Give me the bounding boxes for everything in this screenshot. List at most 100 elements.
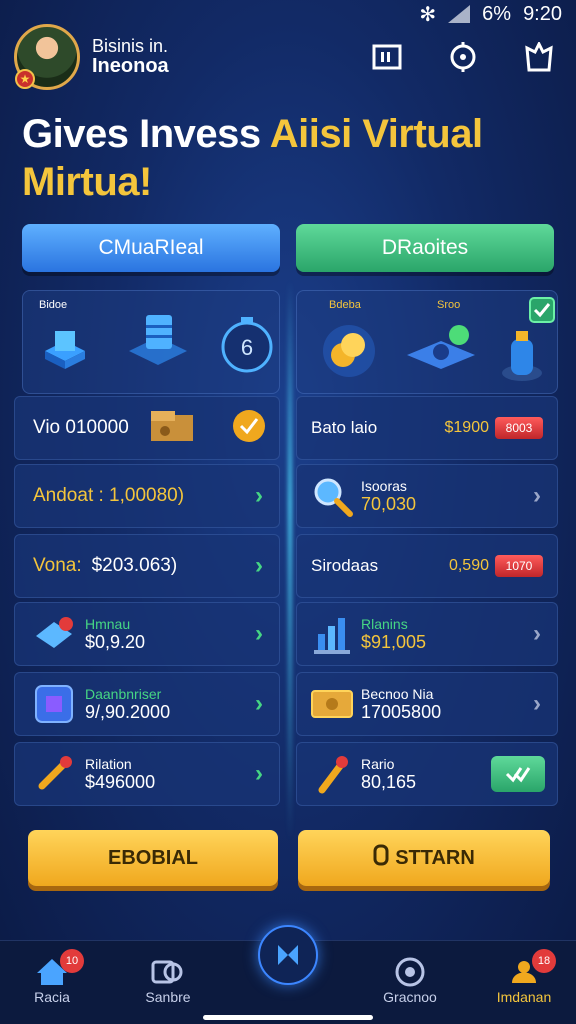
center-glow — [288, 280, 292, 840]
title-part1: Gives Invess — [22, 112, 270, 156]
chevron-right-icon: › — [255, 552, 263, 579]
title-line2: Mirtua! — [22, 160, 152, 204]
user-line1: Bisinis in. — [92, 36, 169, 57]
left-row-4-value: $0,9.20 — [85, 631, 146, 652]
chip-icon[interactable] — [401, 319, 481, 382]
timer-icon[interactable]: 6 — [219, 313, 275, 376]
nav-home-badge: 10 — [60, 949, 84, 973]
right-action-button[interactable]: STTARN — [298, 830, 550, 886]
left-row-3[interactable]: Vona: $203.063) › — [14, 534, 280, 598]
right-row-2-name: Isooras — [361, 477, 407, 494]
right-row-4[interactable]: Rlanins $91,005 › — [296, 602, 558, 666]
green-action-button[interactable] — [491, 756, 545, 792]
left-row-6[interactable]: Rilation $496000 › — [14, 742, 280, 806]
user-info: Bisinis in. Ineonoa — [92, 37, 169, 77]
right-row-5-name: Becnoo Nia — [361, 685, 434, 702]
bottle-icon[interactable] — [497, 325, 547, 388]
chevron-right-icon: › — [255, 482, 263, 509]
left-row-6-name: Rilation — [85, 755, 132, 772]
right-row-3-value: 0,590 — [448, 557, 489, 574]
right-row-5-value: 17005800 — [361, 701, 442, 722]
showcase-left-panel: Bidoe 6 — [22, 290, 280, 394]
right-row-6-name: Rario — [361, 755, 395, 772]
nav-item-settings[interactable]: Gracnoo — [370, 955, 450, 1005]
right-row-1[interactable]: Bato laio $1900 8003 — [296, 396, 558, 460]
left-action-button[interactable]: EBOBIAL — [28, 830, 278, 886]
gem-box-icon — [31, 681, 77, 727]
left-row-3-label: Vona: — [33, 555, 82, 576]
showcase-left-label: Bidoe — [39, 299, 68, 311]
left-row-2-text: Andoat : 1,00080) — [33, 485, 185, 506]
search-icon — [128, 955, 208, 989]
tab-left[interactable]: CMuaRIeal — [22, 224, 280, 272]
server-icon[interactable] — [123, 305, 193, 374]
chevron-right-icon: › — [533, 482, 541, 509]
star-badge-icon: ★ — [15, 69, 35, 89]
right-row-4-value: $91,005 — [361, 631, 427, 652]
showcase-right-label1: Bdeba — [329, 299, 361, 311]
gear-icon — [370, 955, 450, 989]
left-row-5-value: 9/,90.2000 — [85, 701, 171, 722]
showcase-right-label2: Sroo — [437, 299, 461, 311]
magnifier-icon — [309, 473, 355, 519]
bottom-nav: 10 Racia Sanbre Gracnoo 18 Imdanan — [0, 925, 576, 1024]
left-row-2[interactable]: Andoat : 1,00080) › — [14, 464, 280, 528]
right-row-3[interactable]: Sirodaas 0,590 1070 — [296, 534, 558, 598]
chevron-right-icon: › — [255, 760, 263, 787]
check-coin-icon — [231, 408, 267, 449]
right-row-1-value: $1900 — [444, 419, 490, 436]
right-row-4-name: Rlanins — [361, 615, 408, 632]
right-row-2-value: 70,030 — [361, 493, 417, 514]
left-row-1-text: Vio 010000 — [33, 417, 129, 438]
chevron-right-icon: › — [255, 690, 263, 717]
profile-header: ★ Bisinis in. Ineonoa — [14, 22, 562, 92]
bar-chart-icon — [309, 611, 355, 657]
key-icon — [31, 751, 77, 797]
right-row-6-value: 80,165 — [361, 771, 417, 792]
page-title: Gives Invess Aiisi Virtual Mirtua! — [22, 110, 562, 206]
check-box-icon[interactable] — [529, 297, 555, 326]
nav-item-profile[interactable]: 18 Imdanan — [484, 949, 564, 1005]
avatar[interactable]: ★ — [14, 24, 80, 90]
double-check-icon — [505, 767, 531, 783]
right-action-label: STTARN — [395, 846, 475, 869]
right-row-6[interactable]: Rario 80,165 — [296, 742, 558, 806]
right-row-3-badge: 1070 — [495, 555, 543, 577]
right-row-3-text: Sirodaas — [311, 556, 379, 575]
left-row-5[interactable]: Daanbnriser 9/,90.2000 › — [14, 672, 280, 736]
left-row-4[interactable]: Hmnau $0,9.20 › — [14, 602, 280, 666]
title-part2: Aiisi — [269, 112, 352, 156]
bowtie-icon — [278, 945, 298, 965]
left-row-6-value: $496000 — [85, 771, 156, 792]
nav-search-label: Sanbre — [145, 989, 191, 1005]
right-row-2[interactable]: Isooras 70,030 › — [296, 464, 558, 528]
coins-icon[interactable] — [317, 319, 381, 382]
ring-icon — [373, 844, 389, 872]
gold-bar-icon — [309, 681, 355, 727]
left-row-4-name: Hmnau — [85, 615, 131, 632]
chevron-right-icon: › — [533, 620, 541, 647]
title-part3: Virtual — [351, 112, 483, 156]
left-row-5-name: Daanbnriser — [85, 685, 162, 702]
signal-icon — [448, 5, 471, 23]
nav-center-button[interactable] — [258, 925, 318, 985]
nav-item-home[interactable]: 10 Racia — [12, 949, 92, 1005]
right-row-1-text: Bato laio — [311, 418, 378, 437]
nav-item-search[interactable]: Sanbre — [128, 955, 208, 1005]
nav-home-label: Racia — [34, 989, 70, 1005]
cube-stack-icon[interactable] — [35, 321, 95, 374]
settings-badge-icon[interactable] — [522, 40, 556, 74]
left-row-1[interactable]: Vio 010000 — [14, 396, 280, 460]
target-icon[interactable] — [446, 40, 480, 74]
menu-box-icon[interactable] — [370, 40, 404, 74]
right-row-5[interactable]: Becnoo Nia 17005800 › — [296, 672, 558, 736]
tab-right[interactable]: DRaoites — [296, 224, 554, 272]
chevron-right-icon: › — [533, 690, 541, 717]
torch-icon — [309, 751, 355, 797]
timer-value: 6 — [240, 335, 254, 360]
chest-icon — [149, 409, 195, 448]
user-line2: Ineonoa — [92, 54, 169, 77]
nav-profile-badge: 18 — [532, 949, 556, 973]
left-row-3-value: $203.063) — [91, 555, 178, 576]
home-indicator — [203, 1015, 373, 1020]
